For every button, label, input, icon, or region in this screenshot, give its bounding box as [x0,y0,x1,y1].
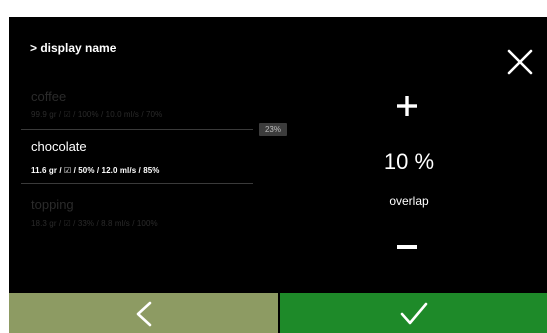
overlap-badge: 23% [259,123,287,136]
overlap-value: 10 % [383,149,435,174]
decrease-button[interactable] [397,245,417,249]
close-button[interactable] [506,48,534,76]
display-screen: > display name coffee 99.9 gr / ☑ / 100%… [9,17,547,333]
ingredient-detail: 11.6 gr / ☑ / 50% / 12.0 ml/s / 85% [31,166,160,175]
chevron-left-icon [136,301,152,327]
back-button[interactable] [9,293,278,333]
plus-icon [397,96,417,116]
confirm-button[interactable] [280,293,547,333]
close-icon [507,49,533,75]
divider [21,129,253,130]
ingredient-name: chocolate [31,139,87,154]
ingredient-name: topping [31,197,74,212]
overlap-label: overlap [389,194,429,208]
ingredient-detail: 18.3 gr / ☑ / 33% / 8.8 ml/s / 100% [31,219,158,228]
ingredient-name: coffee [31,89,67,104]
check-icon [400,302,428,325]
increase-button[interactable] [397,96,417,116]
divider [21,183,253,184]
ingredient-detail: 99.9 gr / ☑ / 100% / 10.0 ml/s / 70% [31,110,163,119]
page-title: > display name [30,41,117,55]
